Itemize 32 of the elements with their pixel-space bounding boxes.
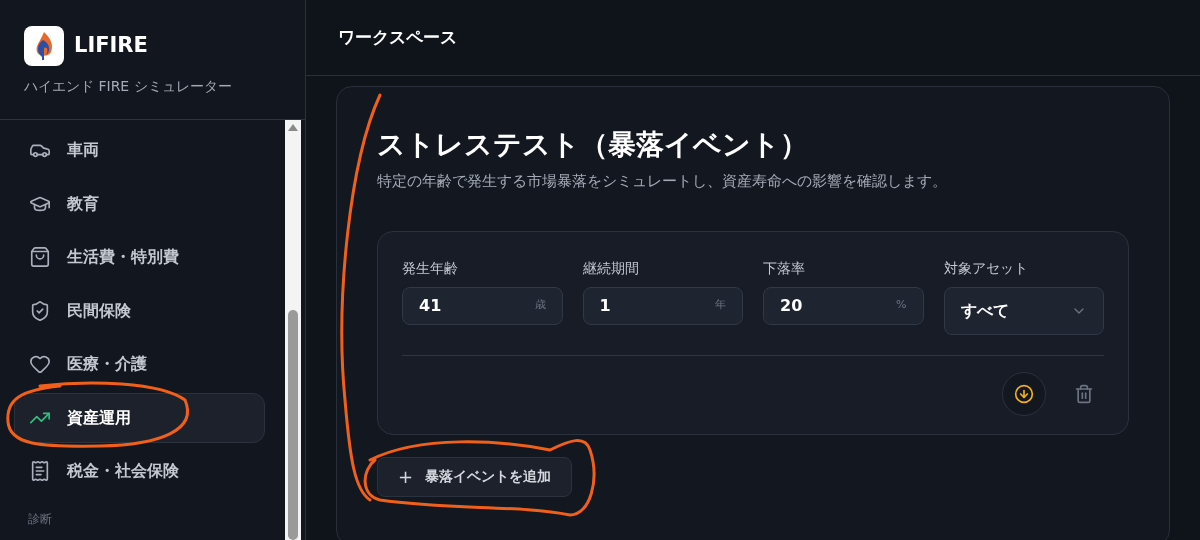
number-field[interactable]: 20 %	[763, 286, 924, 325]
scrollbar[interactable]	[285, 120, 301, 540]
sidebar-item[interactable]: 車両	[14, 125, 265, 175]
number-field[interactable]: 41 歳	[402, 286, 563, 325]
sidebar-item[interactable]: 教育	[14, 178, 265, 229]
page-title: ワークスペース	[338, 25, 457, 49]
heart-icon	[29, 353, 51, 375]
receipt-icon	[29, 460, 51, 482]
field-label: 対象アセット	[943, 258, 1029, 278]
number-field[interactable]: 1 年	[582, 286, 743, 325]
shopping-bag-icon	[29, 246, 51, 268]
app-tagline: ハイエンド FIRE シミュレーター	[24, 77, 233, 96]
arrow-down-circle-icon	[1014, 383, 1034, 404]
scroll-up-arrow-icon[interactable]	[288, 124, 298, 131]
card-description: 特定の年齢で発生する市場暴落をシミュレートし、資産寿命への影響を確認します。	[377, 171, 948, 192]
sidebar-item[interactable]: 資産運用	[14, 392, 265, 443]
app-name: LIFIRE	[74, 32, 148, 60]
field-label: 下落率	[763, 258, 806, 278]
sidebar-item[interactable]: 生活費・特別費	[14, 232, 265, 282]
shield-check-icon	[29, 299, 51, 322]
add-event-button[interactable]: + 暴落イベントを追加	[377, 456, 573, 497]
logo-icon	[24, 26, 64, 66]
sidebar-item[interactable]: 民間保険	[14, 285, 265, 336]
field-label: 発生年齢	[402, 258, 459, 278]
field-label: 継続期間	[582, 258, 640, 278]
section-label: 診断	[27, 510, 53, 528]
sidebar-item[interactable]: 税金・社会保険	[14, 446, 265, 496]
sidebar-item[interactable]: 医療・介護	[14, 339, 265, 389]
move-down-button[interactable]	[1002, 371, 1046, 416]
trash-icon	[1074, 383, 1094, 404]
card-title: ストレステスト（暴落イベント）	[377, 127, 809, 162]
select-field[interactable]: すべて	[943, 286, 1104, 335]
